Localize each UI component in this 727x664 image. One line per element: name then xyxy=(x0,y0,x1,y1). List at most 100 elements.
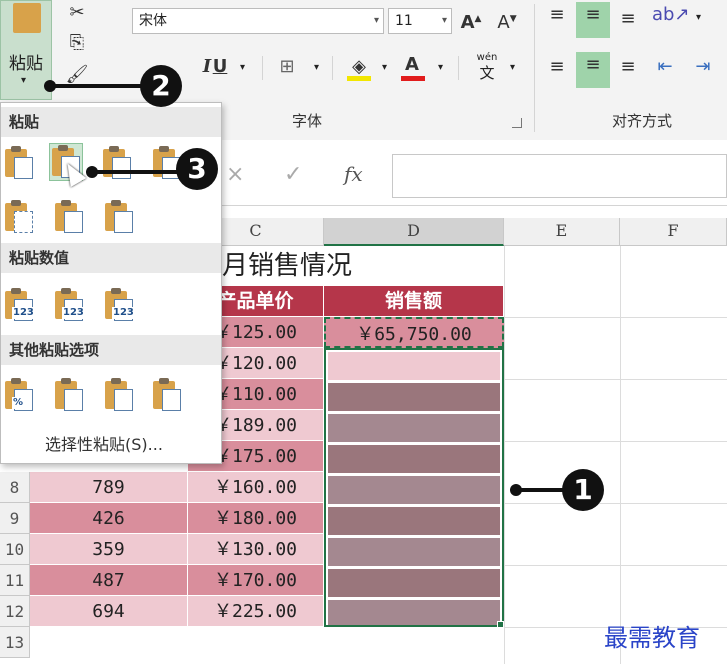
gridline xyxy=(504,246,505,664)
callout-line xyxy=(518,488,568,492)
fill-handle[interactable] xyxy=(497,621,504,628)
fill-color-button[interactable]: ◈ xyxy=(344,54,376,82)
price-cell[interactable]: ￥170.00 xyxy=(188,565,324,596)
paste-values-source-format-icon[interactable]: 123 xyxy=(103,287,135,321)
wen-pinyin: wén xyxy=(476,52,498,63)
paste-linked-picture-icon[interactable] xyxy=(151,377,181,411)
font-color-swatch xyxy=(401,76,425,81)
price-cell[interactable]: ￥160.00 xyxy=(188,472,324,503)
confirm-button[interactable]: ✓ xyxy=(284,162,302,187)
paste-values-number-format-icon[interactable]: 123 xyxy=(53,287,85,321)
row-header[interactable]: 13 xyxy=(0,627,30,658)
divider xyxy=(458,56,459,80)
increase-font-icon[interactable]: A▲ xyxy=(458,6,484,36)
column-header-d[interactable]: D xyxy=(324,218,504,246)
sales-cell[interactable] xyxy=(328,476,500,504)
paste-formatting-icon[interactable]: % xyxy=(3,377,33,411)
formula-input[interactable] xyxy=(392,154,727,198)
sales-cell[interactable] xyxy=(328,445,500,473)
chevron-down-icon[interactable]: ▾ xyxy=(314,62,319,73)
font-name-value: 宋体 xyxy=(139,13,167,29)
price-cell[interactable]: ￥180.00 xyxy=(188,503,324,534)
callout-line xyxy=(94,170,180,174)
decrease-font-icon[interactable]: A▼ xyxy=(494,6,520,36)
chevron-down-icon[interactable]: ▾ xyxy=(240,62,245,73)
sales-cell[interactable] xyxy=(328,383,500,411)
wen-char: 文 xyxy=(479,64,495,82)
chevron-down-icon[interactable]: ▾ xyxy=(382,62,387,73)
paste-label: 粘贴 xyxy=(9,54,43,74)
paste-icon[interactable] xyxy=(3,145,33,179)
gridline xyxy=(504,441,727,442)
paste-keep-width-icon[interactable] xyxy=(53,199,83,233)
chevron-down-icon[interactable]: ▾ xyxy=(510,62,515,73)
sales-cell[interactable] xyxy=(328,507,500,535)
row-header[interactable]: 11 xyxy=(0,565,30,596)
copy-icon[interactable]: ⎘ xyxy=(64,30,90,56)
price-cell[interactable]: ￥130.00 xyxy=(188,534,324,565)
callout-1: 1 xyxy=(562,469,604,511)
row-header[interactable]: 10 xyxy=(0,534,30,565)
paste-picture-icon[interactable] xyxy=(103,377,133,411)
selection-range[interactable] xyxy=(324,348,504,628)
font-color-button[interactable]: A xyxy=(398,54,428,82)
price-cell[interactable]: ￥225.00 xyxy=(188,596,324,627)
divider xyxy=(332,56,333,80)
chevron-down-icon[interactable]: ▾ xyxy=(438,62,443,73)
qty-cell[interactable]: 694 xyxy=(30,596,188,627)
orientation-icon[interactable]: ab↗ xyxy=(652,2,690,28)
column-header-e[interactable]: E xyxy=(504,218,620,246)
align-center-icon[interactable]: ≡ xyxy=(576,52,610,88)
borders-icon[interactable]: ⊞ xyxy=(274,54,300,80)
insert-function-button[interactable]: fx xyxy=(344,162,363,186)
row-header[interactable]: 12 xyxy=(0,596,30,627)
column-header-f[interactable]: F xyxy=(620,218,727,246)
gridline xyxy=(504,317,727,318)
menu-section-other: 其他粘贴选项 xyxy=(1,335,221,365)
alignment-group-label: 对齐方式 xyxy=(612,112,673,130)
sales-cell[interactable] xyxy=(328,352,500,380)
cancel-button[interactable]: × xyxy=(226,162,244,187)
align-top-icon[interactable]: ≡ xyxy=(542,2,572,28)
qty-cell[interactable]: 359 xyxy=(30,534,188,565)
paste-link-icon[interactable] xyxy=(53,377,83,411)
font-name-select[interactable]: 宋体 ▾ xyxy=(132,8,384,34)
paste-transpose-icon[interactable] xyxy=(103,199,133,233)
group-separator xyxy=(534,4,535,132)
align-middle-icon[interactable]: ≡ xyxy=(576,2,610,38)
font-size-select[interactable]: 11 ▾ xyxy=(388,8,452,34)
sales-cell[interactable] xyxy=(328,414,500,442)
sales-cell[interactable] xyxy=(328,538,500,566)
qty-cell[interactable]: 789 xyxy=(30,472,188,503)
paste-values-icon[interactable]: 123 xyxy=(3,287,35,321)
chevron-down-icon[interactable]: ▾ xyxy=(696,12,701,23)
align-bottom-icon[interactable]: ≡ xyxy=(614,6,642,32)
qty-cell[interactable]: 426 xyxy=(30,503,188,534)
dialog-launcher-icon[interactable] xyxy=(512,118,522,128)
callout-line xyxy=(52,84,144,88)
decrease-indent-icon[interactable]: ⇤ xyxy=(650,54,680,80)
increase-indent-icon[interactable]: ⇥ xyxy=(688,54,718,80)
callout-2: 2 xyxy=(140,65,182,107)
sales-cell[interactable] xyxy=(328,600,500,625)
paste-special-item[interactable]: 选择性粘贴(S)... xyxy=(45,431,163,455)
cut-icon[interactable]: ✂ xyxy=(64,0,90,26)
sheet-title: 月销售情况 xyxy=(222,251,353,281)
align-left-icon[interactable]: ≡ xyxy=(542,54,572,80)
chevron-down-icon: ▾ xyxy=(441,15,447,26)
sales-cell-copied[interactable]: ￥65,750.00 xyxy=(324,317,504,348)
row-header[interactable]: 8 xyxy=(0,472,30,503)
chevron-down-icon: ▾ xyxy=(21,75,27,86)
qty-cell[interactable]: 487 xyxy=(30,565,188,596)
row-header[interactable]: 9 xyxy=(0,503,30,534)
paste-no-borders-icon[interactable] xyxy=(3,199,33,233)
gridline xyxy=(504,503,727,504)
header-sales[interactable]: 销售额 xyxy=(324,286,504,317)
phonetic-guide-button[interactable]: wén 文 xyxy=(470,52,504,84)
fill-color-swatch xyxy=(347,76,371,81)
align-right-icon[interactable]: ≡ xyxy=(614,54,642,80)
underline-button[interactable]: U xyxy=(210,54,230,80)
menu-section-values: 粘贴数值 xyxy=(1,243,221,273)
chevron-down-icon: ▾ xyxy=(373,15,379,26)
sales-cell[interactable] xyxy=(328,569,500,597)
